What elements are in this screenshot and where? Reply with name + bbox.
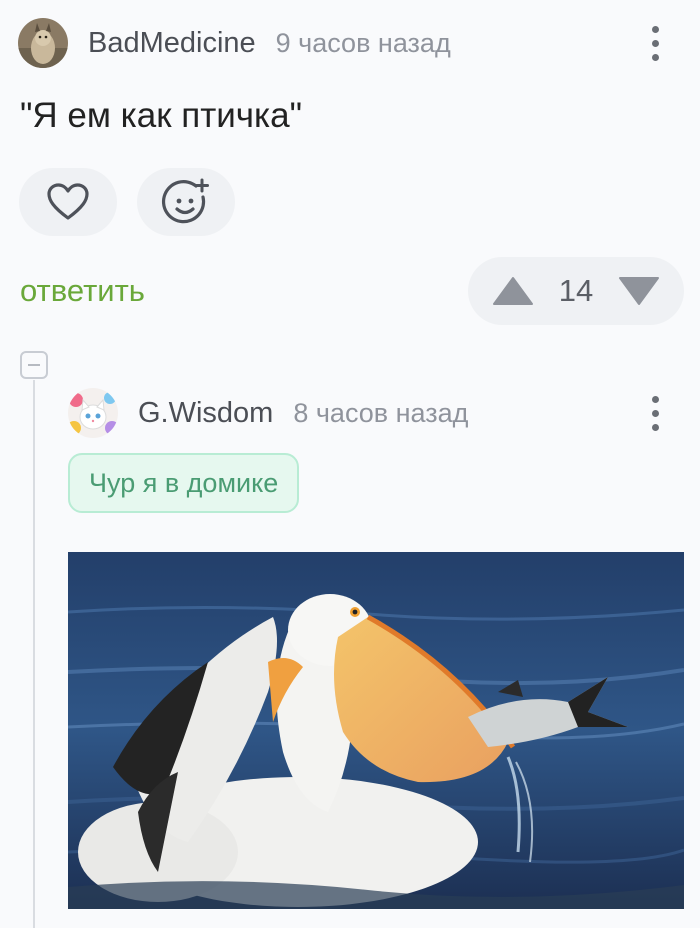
reply-avatar-image bbox=[68, 388, 118, 438]
vertical-dots-icon bbox=[651, 25, 659, 33]
avatar-image bbox=[18, 18, 68, 68]
more-options-button[interactable] bbox=[635, 18, 675, 68]
reply-author-name[interactable]: G.Wisdom bbox=[138, 397, 273, 430]
collapse-thread-button[interactable] bbox=[20, 351, 48, 379]
comment-time: 9 часов назад bbox=[275, 27, 451, 58]
like-button[interactable] bbox=[19, 168, 117, 236]
reply-link[interactable]: ответить bbox=[20, 273, 145, 309]
author-name[interactable]: BadMedicine bbox=[88, 27, 256, 60]
pelican-fish-image bbox=[68, 552, 684, 909]
triangle-up-icon[interactable] bbox=[492, 276, 534, 306]
reply-more-options-button[interactable] bbox=[635, 388, 675, 438]
add-reaction-button[interactable] bbox=[137, 168, 235, 236]
vertical-dots-icon bbox=[651, 395, 659, 403]
comment-header: BadMedicine 9 часов назад bbox=[18, 18, 451, 68]
reply-avatar[interactable] bbox=[68, 388, 118, 438]
triangle-down-icon[interactable] bbox=[618, 276, 660, 306]
rating-widget: 14 bbox=[468, 257, 684, 325]
comment-text: "Я ем как птичка" bbox=[20, 96, 302, 135]
rating-score: 14 bbox=[558, 273, 594, 308]
reply-tag: Чур я в домике bbox=[68, 453, 300, 513]
thread-line[interactable] bbox=[33, 380, 35, 928]
minus-icon bbox=[28, 364, 40, 366]
reply-header: G.Wisdom 8 часов назад bbox=[68, 388, 468, 438]
avatar[interactable] bbox=[18, 18, 68, 68]
post-image[interactable] bbox=[68, 552, 684, 909]
add-emoji-icon bbox=[161, 178, 209, 224]
reply-time: 8 часов назад bbox=[293, 397, 469, 428]
heart-icon bbox=[47, 183, 89, 220]
